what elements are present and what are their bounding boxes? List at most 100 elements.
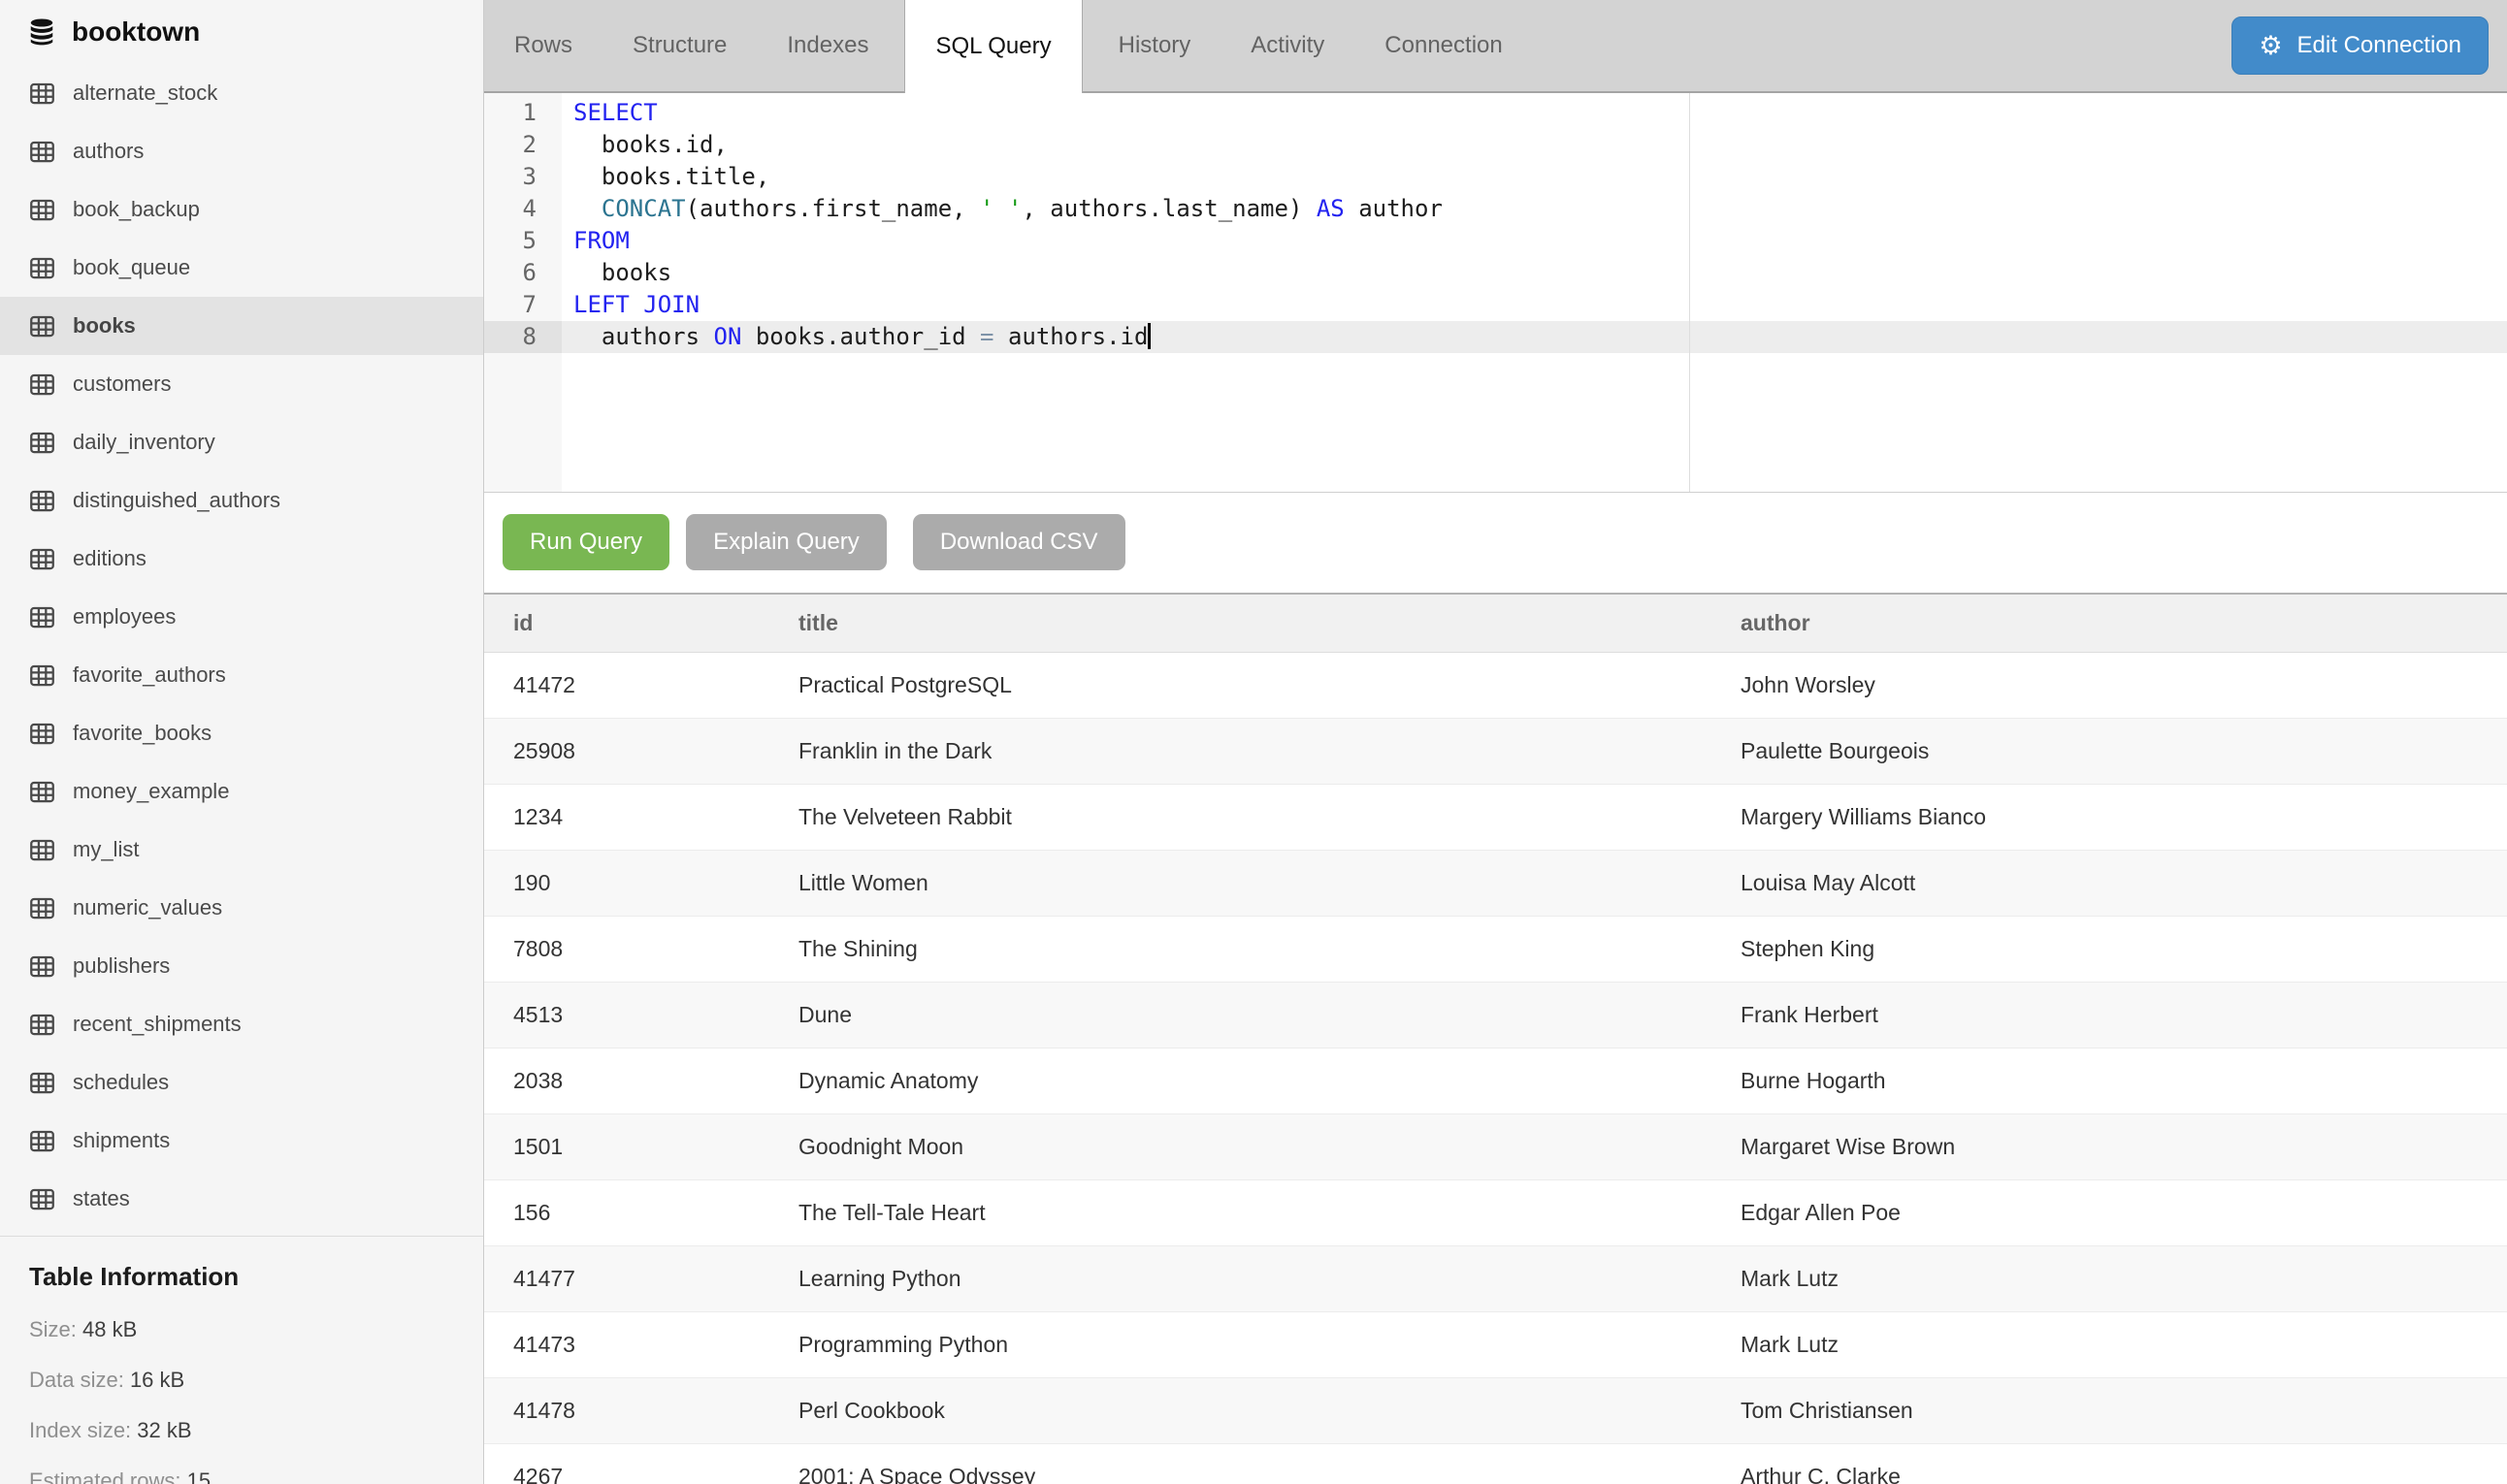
table-icon [29, 313, 55, 339]
code-line: authors ON books.author_id = authors.id [562, 321, 2507, 353]
table-row[interactable]: 7808The ShiningStephen King [484, 916, 2507, 982]
table-cell: 2001: A Space Odyssey [798, 1443, 1741, 1484]
sidebar-item-book_queue[interactable]: book_queue [0, 239, 483, 297]
table-cell: 41473 [484, 1311, 798, 1377]
table-info-row: Data size: 16 kB [29, 1368, 454, 1393]
table-cell: Little Women [798, 850, 1741, 916]
table-icon [29, 1070, 55, 1096]
table-row[interactable]: 4513DuneFrank Herbert [484, 982, 2507, 1048]
sidebar-item-label: authors [73, 139, 144, 164]
tab-indexes[interactable]: Indexes [757, 0, 898, 91]
line-number: 2 [484, 129, 562, 161]
sidebar-item-favorite_authors[interactable]: favorite_authors [0, 646, 483, 704]
sidebar-item-label: favorite_books [73, 721, 212, 746]
tab-connection[interactable]: Connection [1354, 0, 1532, 91]
table-row[interactable]: 41472Practical PostgreSQLJohn Worsley [484, 652, 2507, 718]
sidebar-item-favorite_books[interactable]: favorite_books [0, 704, 483, 762]
table-cell: 2038 [484, 1048, 798, 1113]
table-cell: 156 [484, 1179, 798, 1245]
sidebar-item-employees[interactable]: employees [0, 588, 483, 646]
table-cell: Dynamic Anatomy [798, 1048, 1741, 1113]
table-row[interactable]: 2038Dynamic AnatomyBurne Hogarth [484, 1048, 2507, 1113]
table-icon [29, 81, 55, 107]
database-name: booktown [72, 16, 200, 48]
table-cell: Margery Williams Bianco [1741, 784, 2507, 850]
sidebar-item-label: books [73, 313, 136, 339]
table-cell: 190 [484, 850, 798, 916]
explain-query-button[interactable]: Explain Query [686, 514, 887, 570]
sidebar-item-book_backup[interactable]: book_backup [0, 180, 483, 239]
code-line: LEFT JOIN [562, 289, 2507, 321]
table-icon [29, 488, 55, 514]
table-row[interactable]: 41473Programming PythonMark Lutz [484, 1311, 2507, 1377]
table-row[interactable]: 156The Tell-Tale HeartEdgar Allen Poe [484, 1179, 2507, 1245]
table-icon [29, 837, 55, 863]
sidebar-item-daily_inventory[interactable]: daily_inventory [0, 413, 483, 471]
table-cell: John Worsley [1741, 652, 2507, 718]
table-row[interactable]: 41477Learning PythonMark Lutz [484, 1245, 2507, 1311]
column-header-id[interactable]: id [484, 594, 798, 652]
run-query-button[interactable]: Run Query [503, 514, 669, 570]
table-row[interactable]: 25908Franklin in the DarkPaulette Bourge… [484, 718, 2507, 784]
column-header-author[interactable]: author [1741, 594, 2507, 652]
table-icon [29, 255, 55, 281]
sidebar-item-schedules[interactable]: schedules [0, 1053, 483, 1112]
sidebar-item-distinguished_authors[interactable]: distinguished_authors [0, 471, 483, 530]
table-cell: Practical PostgreSQL [798, 652, 1741, 718]
sidebar-item-label: daily_inventory [73, 430, 215, 455]
database-header[interactable]: booktown [0, 0, 483, 64]
sidebar-item-states[interactable]: states [0, 1170, 483, 1228]
edit-connection-button[interactable]: ⚙ Edit Connection [2231, 16, 2489, 75]
download-csv-button[interactable]: Download CSV [913, 514, 1125, 570]
sidebar-item-editions[interactable]: editions [0, 530, 483, 588]
editor-code[interactable]: SELECT books.id, books.title, CONCAT(aut… [562, 93, 2507, 353]
editor-gutter: 12345678 [484, 93, 562, 492]
sidebar-item-alternate_stock[interactable]: alternate_stock [0, 64, 483, 122]
table-cell: Tom Christiansen [1741, 1377, 2507, 1443]
results-body: 41472Practical PostgreSQLJohn Worsley259… [484, 652, 2507, 1484]
code-line: CONCAT(authors.first_name, ' ', authors.… [562, 193, 2507, 225]
sidebar-item-label: book_backup [73, 197, 200, 222]
tab-rows[interactable]: Rows [484, 0, 602, 91]
table-icon [29, 721, 55, 747]
sidebar-item-authors[interactable]: authors [0, 122, 483, 180]
sidebar-item-money_example[interactable]: money_example [0, 762, 483, 821]
code-line: books.title, [562, 161, 2507, 193]
sidebar-item-customers[interactable]: customers [0, 355, 483, 413]
sidebar-item-shipments[interactable]: shipments [0, 1112, 483, 1170]
sidebar-item-label: schedules [73, 1070, 169, 1095]
sidebar-item-label: numeric_values [73, 895, 222, 920]
sql-editor[interactable]: 12345678 SELECT books.id, books.title, C… [484, 93, 2507, 493]
table-info-row: Estimated rows: 15 [29, 1468, 454, 1484]
sidebar-item-numeric_values[interactable]: numeric_values [0, 879, 483, 937]
column-header-title[interactable]: title [798, 594, 1741, 652]
table-cell: 41477 [484, 1245, 798, 1311]
table-icon [29, 546, 55, 572]
table-row[interactable]: 1501Goodnight MoonMargaret Wise Brown [484, 1113, 2507, 1179]
table-cell: 7808 [484, 916, 798, 982]
sidebar-item-books[interactable]: books [0, 297, 483, 355]
table-cell: 1234 [484, 784, 798, 850]
table-row[interactable]: 41478Perl CookbookTom Christiansen [484, 1377, 2507, 1443]
sidebar-item-recent_shipments[interactable]: recent_shipments [0, 995, 483, 1053]
table-cell: Burne Hogarth [1741, 1048, 2507, 1113]
sidebar-item-label: recent_shipments [73, 1012, 242, 1037]
table-icon [29, 197, 55, 223]
tab-activity[interactable]: Activity [1221, 0, 1354, 91]
text-cursor [1148, 323, 1151, 349]
tab-sql-query[interactable]: SQL Query [904, 0, 1082, 93]
table-icon [29, 1186, 55, 1212]
tab-history[interactable]: History [1089, 0, 1221, 91]
table-row[interactable]: 1234The Velveteen RabbitMargery Williams… [484, 784, 2507, 850]
table-row[interactable]: 42672001: A Space OdysseyArthur C. Clark… [484, 1443, 2507, 1484]
sidebar-item-label: book_queue [73, 255, 190, 280]
table-info-row: Size: 48 kB [29, 1317, 454, 1342]
tab-strip: RowsStructureIndexesSQL QueryHistoryActi… [484, 0, 1533, 91]
sidebar-item-my_list[interactable]: my_list [0, 821, 483, 879]
table-row[interactable]: 190Little WomenLouisa May Alcott [484, 850, 2507, 916]
table-cell: The Velveteen Rabbit [798, 784, 1741, 850]
line-number: 5 [484, 225, 562, 257]
table-list: alternate_stockauthors book_backup book_qu… [0, 64, 483, 1228]
sidebar-item-publishers[interactable]: publishers [0, 937, 483, 995]
tab-structure[interactable]: Structure [602, 0, 757, 91]
